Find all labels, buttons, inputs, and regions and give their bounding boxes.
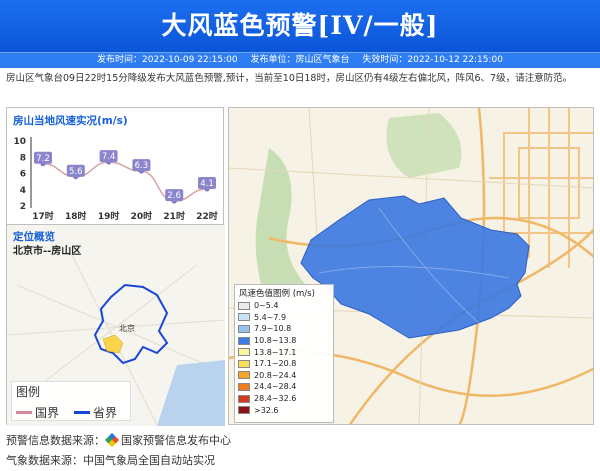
warning-source-link[interactable]: 国家预警信息发布中心 xyxy=(121,434,231,447)
wind-legend-swatch xyxy=(238,313,250,322)
wind-legend-swatch xyxy=(238,336,250,345)
x-tick-label: 17时 xyxy=(32,210,54,222)
publish-unit: 发布单位：房山区气象台 xyxy=(250,55,350,65)
legend-item-province-border: 省界 xyxy=(74,404,117,421)
warning-center-logo-icon xyxy=(104,432,120,448)
x-tick-label: 22时 xyxy=(196,210,218,222)
legend-item-national-border: 国界 xyxy=(16,404,59,421)
x-tick-label: 19时 xyxy=(98,210,120,222)
wind-legend-item: 28.4~32.6 xyxy=(235,393,333,405)
wind-legend-item: 0~5.4 xyxy=(235,300,333,312)
province-border-line-icon xyxy=(74,411,90,414)
wind-area-map[interactable]: 风速色值图例 (m/s) 0~5.4 5.4~7.9 7.9~10.8 10.8~13… xyxy=(228,107,594,425)
x-tick-label: 20时 xyxy=(131,210,153,222)
location-overview-panel: 北京 定位概览 北京市--房山区 图例 国界 省界 xyxy=(6,224,225,426)
expire-time: 失效时间：2022-10-12 22:15:00 xyxy=(362,55,503,65)
y-tick-label: 8 xyxy=(20,153,26,163)
wind-legend-title: 风速色值图例 (m/s) xyxy=(239,289,315,299)
y-tick-label: 4 xyxy=(20,186,26,196)
wind-legend-label: >32.6 xyxy=(254,405,279,415)
y-tick-label: 2 xyxy=(20,202,26,212)
x-tick-label: 21时 xyxy=(163,210,185,222)
data-label: 6.3 xyxy=(135,161,149,171)
data-label: 7.2 xyxy=(36,154,50,164)
wind-speed-panel: 2 4 6 8 10 7.2 17时 5.6 18时 7.4 19时 6.3 20时 2.6 21时 4.1 2… xyxy=(6,107,224,225)
weather-source: 气象数据来源：中国气象局全国自动站实况 xyxy=(6,454,215,467)
wind-legend-swatch xyxy=(238,359,250,368)
wind-legend-swatch xyxy=(238,301,250,310)
data-label: 4.1 xyxy=(200,179,214,189)
wind-legend-label: 24.4~28.4 xyxy=(254,382,297,392)
national-border-line-icon xyxy=(16,411,32,414)
data-label: 2.6 xyxy=(167,191,181,201)
wind-legend-label: 0~5.4 xyxy=(254,301,279,311)
wind-legend-label: 7.9~10.8 xyxy=(254,324,292,334)
y-tick-label: 6 xyxy=(20,170,26,180)
warning-description: 房山区气象台09日22时15分降级发布大风蓝色预警,预计，当前至10日18时，房… xyxy=(6,73,573,84)
location-region: 北京市--房山区 xyxy=(13,246,82,257)
wind-legend-label: 17.1~20.8 xyxy=(254,359,297,369)
wind-speed-legend: 风速色值图例 (m/s) 0~5.4 5.4~7.9 7.9~10.8 10.8~13… xyxy=(234,284,334,423)
data-label: 5.6 xyxy=(69,167,83,177)
wind-panel-title: 房山当地风速实况(m/s) xyxy=(13,115,128,127)
legend-title: 图例 xyxy=(16,385,41,399)
wind-legend-label: 5.4~7.9 xyxy=(254,312,287,322)
wind-legend-item: 17.1~20.8 xyxy=(235,358,333,370)
data-label: 7.4 xyxy=(102,152,116,162)
wind-legend-label: 10.8~13.8 xyxy=(254,336,297,346)
wind-legend-item: 7.9~10.8 xyxy=(235,323,333,335)
map-legend: 图例 国界 省界 xyxy=(11,381,131,421)
warning-title: 大风蓝色预警[IV/一般] xyxy=(0,0,600,52)
wind-legend-item: 20.8~24.4 xyxy=(235,370,333,382)
warning-meta-bar: 发布时间：2022-10-09 22:15:00 发布单位：房山区气象台 失效时… xyxy=(0,52,600,68)
wind-legend-item: 13.8~17.1 xyxy=(235,346,333,358)
y-tick-label: 10 xyxy=(13,137,26,147)
x-tick-label: 18时 xyxy=(65,210,87,222)
wind-legend-item: 10.8~13.8 xyxy=(235,335,333,347)
wind-legend-label: 20.8~24.4 xyxy=(254,370,297,380)
warning-source: 预警信息数据来源： 国家预警信息发布中心 xyxy=(6,432,231,448)
wind-legend-swatch xyxy=(238,406,250,415)
wind-legend-swatch xyxy=(238,382,250,391)
wind-legend-label: 13.8~17.1 xyxy=(254,347,297,357)
wind-legend-label: 28.4~32.6 xyxy=(254,394,297,404)
wind-legend-swatch xyxy=(238,348,250,357)
wind-legend-swatch xyxy=(238,324,250,333)
wind-legend-item: >32.6 xyxy=(235,404,333,416)
wind-legend-swatch xyxy=(238,371,250,380)
publish-time: 发布时间：2022-10-09 22:15:00 xyxy=(97,55,238,65)
beijing-map-label: 北京 xyxy=(119,323,135,333)
wind-legend-swatch xyxy=(238,394,250,403)
wind-legend-item: 24.4~28.4 xyxy=(235,381,333,393)
wind-legend-item: 5.4~7.9 xyxy=(235,312,333,324)
